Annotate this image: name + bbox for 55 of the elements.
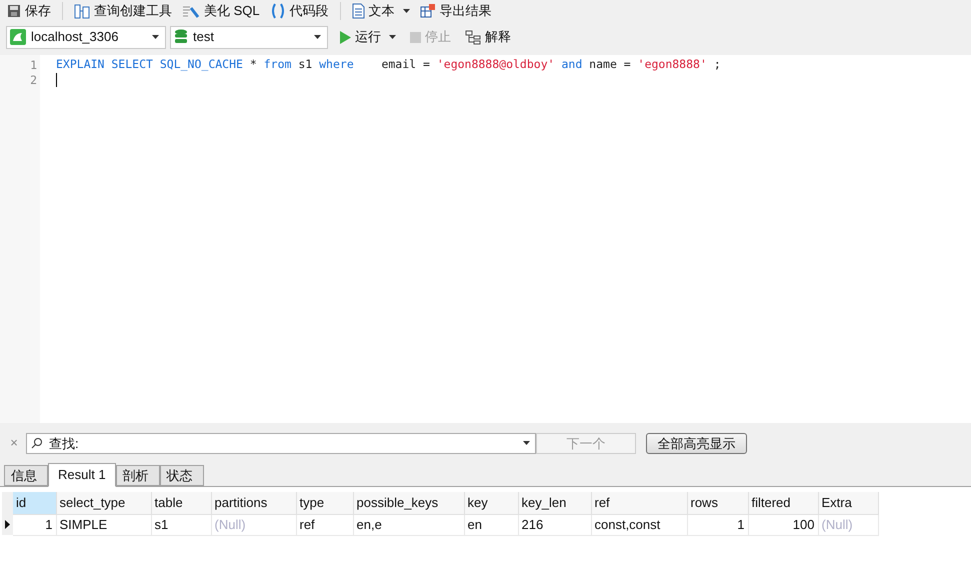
toolbar-button[interactable]: 文本 [348,1,413,21]
table-cell: SIMPLE [56,514,151,535]
toolbar-button[interactable]: 导出结果 [416,1,495,21]
column-header[interactable]: Extra [818,492,878,514]
toolbar-button[interactable]: 美化 SQL [179,1,263,21]
search-icon [31,436,43,448]
line-number: 1 [29,57,38,72]
table-cell: 216 [518,514,591,535]
table-cell: 100 [748,514,818,535]
table-cell: en [464,514,518,535]
column-header[interactable]: partitions [211,492,296,514]
toolbar-button[interactable]: 运行 [336,27,399,47]
toolbar-button[interactable]: 代码段 [266,1,332,21]
table-cell: s1 [151,514,211,535]
table-cell: ref [296,514,353,535]
line-number: 2 [29,72,38,87]
column-header[interactable]: rows [687,492,748,514]
database-select[interactable]: test [170,26,328,48]
column-header[interactable]: table [151,492,211,514]
play-icon [339,30,351,44]
pencil-lines-icon [182,4,200,18]
code-line: EXPLAIN SELECT SQL_NO_CACHE * from s1 where email = 'egon8888@oldboy' and name = 'egon8888' ; [56,56,721,73]
column-header[interactable]: ref [591,492,687,514]
database-icon [174,29,188,45]
document-icon [352,3,365,19]
column-header[interactable]: id [13,492,56,514]
table-cell: 1 [687,514,748,535]
tab[interactable]: Result 1 [48,463,116,487]
tab[interactable]: 信息 [4,465,48,486]
dropdown-arrow-icon [152,35,159,39]
toolbar-button[interactable]: 保存 [4,1,54,21]
table-layout-icon [74,4,90,18]
column-header[interactable]: key [464,492,518,514]
column-header[interactable]: select_type [56,492,151,514]
flowchart-icon [465,30,481,44]
column-header[interactable]: filtered [748,492,818,514]
tab[interactable]: 状态 [160,465,204,486]
table-cell: const,const [591,514,687,535]
table-cell: 1 [13,514,56,535]
column-header[interactable]: key_len [518,492,591,514]
table-cell: en,e [353,514,464,535]
dropdown-arrow-icon [314,35,321,39]
column-header[interactable]: type [296,492,353,514]
search-field[interactable]: 查找: [26,432,536,454]
tab[interactable]: 剖析 [116,465,160,486]
dropdown-arrow-icon [523,440,530,444]
stop-icon [410,32,421,42]
table-cell: (Null) [818,514,878,535]
toolbar-button[interactable]: 解释 [462,27,514,47]
table-cell: (Null) [211,514,296,535]
connection-select[interactable]: localhost_3306 [6,26,166,48]
parentheses-icon [270,3,286,19]
highlight-all-button[interactable]: 全部高亮显示 [646,432,747,454]
column-header[interactable]: possible_keys [353,492,464,514]
toolbar-button[interactable]: 查询创建工具 [71,1,175,21]
